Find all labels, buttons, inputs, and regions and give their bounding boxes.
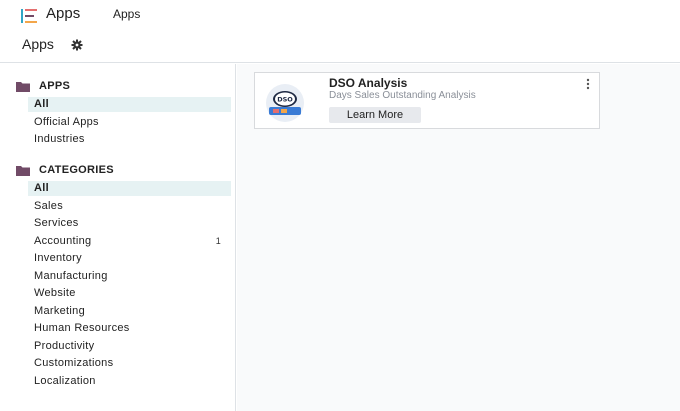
apps-header-label: APPS bbox=[39, 80, 71, 92]
sidebar-item-productivity[interactable]: Productivity bbox=[28, 339, 231, 354]
sidebar-item-marketing[interactable]: Marketing bbox=[28, 304, 231, 319]
folder-icon bbox=[16, 81, 30, 92]
apps-section-header: APPS bbox=[16, 78, 70, 94]
sidebar-item-apps-all[interactable]: All bbox=[28, 97, 231, 112]
category-count: 1 bbox=[215, 236, 221, 246]
menu-apps[interactable]: Apps bbox=[113, 7, 140, 21]
app-name[interactable]: Apps bbox=[46, 5, 80, 22]
sidebar-item-accounting[interactable]: Accounting 1 bbox=[28, 234, 231, 249]
sidebar-item-sales[interactable]: Sales bbox=[28, 199, 231, 214]
sidebar-item-localization[interactable]: Localization bbox=[28, 374, 231, 389]
learn-more-button[interactable]: Learn More bbox=[329, 107, 421, 123]
categories-section-header: CATEGORIES bbox=[16, 162, 114, 178]
sidebar: APPS All Official Apps Industries CATEGO… bbox=[0, 64, 236, 411]
apps-logo-icon[interactable] bbox=[20, 7, 40, 25]
sidebar-item-inventory[interactable]: Inventory bbox=[28, 251, 231, 266]
control-panel: Apps bbox=[0, 31, 680, 63]
page-title: Apps bbox=[22, 36, 54, 52]
sidebar-item-services[interactable]: Services bbox=[28, 216, 231, 231]
app-card[interactable]: DSO DSO Analysis Days Sales Outstanding … bbox=[254, 72, 600, 129]
categories-header-label: CATEGORIES bbox=[39, 164, 114, 176]
sidebar-item-human-resources[interactable]: Human Resources bbox=[28, 321, 231, 336]
sidebar-item-manufacturing[interactable]: Manufacturing bbox=[28, 269, 231, 284]
sidebar-item-category-all[interactable]: All bbox=[28, 181, 231, 196]
top-navbar: Apps Apps bbox=[0, 0, 680, 31]
icon-text: DSO bbox=[277, 96, 293, 104]
sidebar-item-customizations[interactable]: Customizations bbox=[28, 356, 231, 371]
sidebar-item-industries[interactable]: Industries bbox=[28, 132, 231, 147]
card-title: DSO Analysis bbox=[329, 76, 408, 90]
folder-icon bbox=[16, 165, 30, 176]
kebab-menu-icon[interactable] bbox=[586, 78, 590, 90]
sidebar-item-official-apps[interactable]: Official Apps bbox=[28, 115, 231, 130]
sidebar-item-label: Accounting bbox=[34, 235, 92, 247]
main-content: DSO DSO Analysis Days Sales Outstanding … bbox=[237, 64, 680, 411]
dso-app-icon: DSO bbox=[266, 84, 304, 122]
sidebar-item-website[interactable]: Website bbox=[28, 286, 231, 301]
gear-icon[interactable] bbox=[71, 39, 83, 51]
card-subtitle: Days Sales Outstanding Analysis bbox=[329, 90, 476, 101]
